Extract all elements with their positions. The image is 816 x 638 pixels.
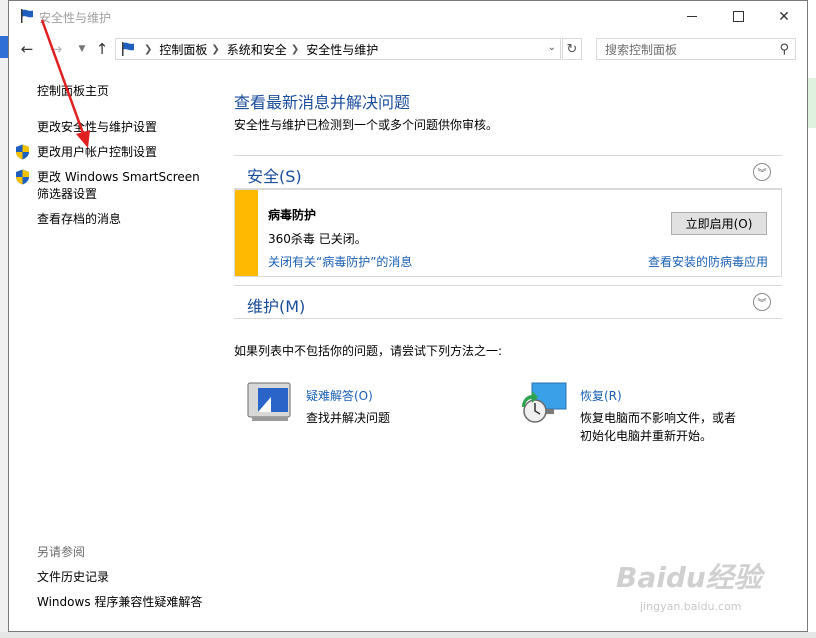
view-installed-antivirus-link[interactable]: 查看安装的防病毒应用 [648, 253, 768, 270]
page-description: 安全性与维护已检测到一个或多个问题供你审核。 [234, 118, 499, 132]
maximize-button[interactable] [715, 1, 761, 32]
troubleshooting-link[interactable]: 疑难解答(O) [306, 387, 373, 404]
breadcrumb-security-maintenance[interactable]: 安全性与维护 [306, 41, 378, 58]
sidebar-link-security-settings[interactable]: 更改安全性与维护设置 [37, 119, 157, 136]
baidu-watermark: Baidu经验 jingyan.baidu.com [616, 556, 776, 626]
alert-title: 病毒防护 [268, 208, 317, 222]
recovery-desc-line2: 初始化电脑并重新开始。 [580, 429, 713, 443]
sidebar-link-archived-messages[interactable]: 查看存档的消息 [37, 211, 121, 228]
refresh-button[interactable]: ↻ [562, 38, 582, 60]
title-bar[interactable]: 安全性与维护 ✕ [9, 1, 807, 32]
breadcrumb-separator-icon: ❯ [290, 43, 300, 55]
close-icon: ✕ [778, 8, 790, 25]
sidebar: 控制面板主页 更改安全性与维护设置 更改用户帐户控制设置 更改 Windows … [9, 63, 229, 631]
maintenance-section-header[interactable]: 维护(M) ︾ [234, 285, 782, 319]
refresh-icon: ↻ [566, 41, 578, 57]
see-also-header: 另请参阅 [37, 545, 86, 559]
up-button[interactable]: ↑ [93, 39, 111, 59]
address-bar[interactable]: ❯ 控制面板 ❯ 系统和安全 ❯ 安全性与维护 ⌄ [115, 38, 561, 60]
recent-locations-button[interactable]: ▼ [73, 39, 91, 59]
taskbar-edge [0, 632, 816, 638]
page-title: 查看最新消息并解决问题 [234, 93, 411, 112]
back-button[interactable]: ← [18, 39, 36, 59]
sidebar-link-smartscreen-line1[interactable]: 更改 Windows SmartScreen [37, 169, 200, 186]
turn-off-messages-link[interactable]: 关闭有关“病毒防护”的消息 [268, 253, 412, 270]
chevron-down-icon: ▼ [78, 44, 86, 54]
chevron-down-icon[interactable]: ︾ [753, 293, 771, 311]
turn-on-now-button[interactable]: 立即启用(O) [671, 212, 767, 235]
close-button[interactable]: ✕ [761, 1, 807, 32]
breadcrumb-separator-icon: ❯ [211, 43, 220, 55]
window-title: 安全性与维护 [39, 11, 112, 25]
breadcrumb-separator-icon: ❯ [144, 43, 153, 55]
recovery-icon [522, 382, 567, 423]
troubleshooting-icon [247, 382, 291, 421]
forward-button[interactable]: → [47, 39, 65, 59]
recovery-link[interactable]: 恢复(R) [580, 387, 622, 404]
maximize-icon [732, 11, 744, 22]
search-icon[interactable]: ⚲ [779, 42, 789, 57]
sidebar-link-uac-settings[interactable]: 更改用户帐户控制设置 [37, 144, 157, 161]
uac-shield-icon [16, 169, 29, 185]
see-also-compat-troubleshooter[interactable]: Windows 程序兼容性疑难解答 [37, 594, 202, 611]
arrow-left-icon: ← [20, 40, 34, 58]
recovery-desc-line1: 恢复电脑而不影响文件，或者 [580, 411, 737, 425]
flag-icon [21, 9, 33, 23]
control-panel-window: 安全性与维护 ✕ ← → ▼ ↑ ❯ 控制面板 ❯ 系统和安全 ❯ 安全性与维护… [8, 0, 808, 632]
arrow-up-icon: ↑ [95, 40, 109, 58]
search-input[interactable] [603, 41, 767, 59]
watermark-url: jingyan.baidu.com [640, 600, 742, 613]
virus-protection-alert: 病毒防护 360杀毒 已关闭。 立即启用(O) 关闭有关“病毒防护”的消息 查看… [234, 189, 782, 277]
minimize-button[interactable] [669, 1, 715, 32]
alternatives-text: 如果列表中不包括你的问题，请尝试下列方法之一: [234, 344, 503, 358]
minimize-icon [687, 16, 697, 17]
background-window-right [807, 0, 816, 638]
alert-status: 360杀毒 已关闭。 [268, 232, 367, 246]
arrow-right-icon: → [49, 40, 63, 58]
maintenance-section-title: 维护(M) [247, 297, 306, 316]
troubleshooting-desc: 查找并解决问题 [306, 411, 391, 425]
background-window-left [0, 0, 8, 638]
breadcrumb-system-security[interactable]: 系统和安全 [227, 41, 287, 58]
sidebar-link-home[interactable]: 控制面板主页 [37, 83, 109, 100]
search-box[interactable]: ⚲ [596, 38, 796, 60]
watermark-logo: Baidu经验 [616, 561, 762, 594]
see-also-file-history[interactable]: 文件历史记录 [37, 569, 109, 586]
security-section-header[interactable]: 安全(S) ︾ [234, 155, 782, 189]
flag-icon [122, 42, 134, 56]
security-section-title: 安全(S) [247, 167, 302, 186]
address-dropdown-icon[interactable]: ⌄ [548, 42, 556, 53]
chevron-down-icon[interactable]: ︾ [753, 163, 771, 181]
uac-shield-icon [16, 144, 29, 160]
breadcrumb-control-panel[interactable]: 控制面板 [159, 41, 207, 58]
warning-status-bar [235, 190, 258, 276]
sidebar-link-smartscreen-line2[interactable]: 筛选器设置 [37, 186, 97, 203]
navigation-bar: ← → ▼ ↑ ❯ 控制面板 ❯ 系统和安全 ❯ 安全性与维护 ⌄ ↻ ⚲ [9, 36, 807, 62]
